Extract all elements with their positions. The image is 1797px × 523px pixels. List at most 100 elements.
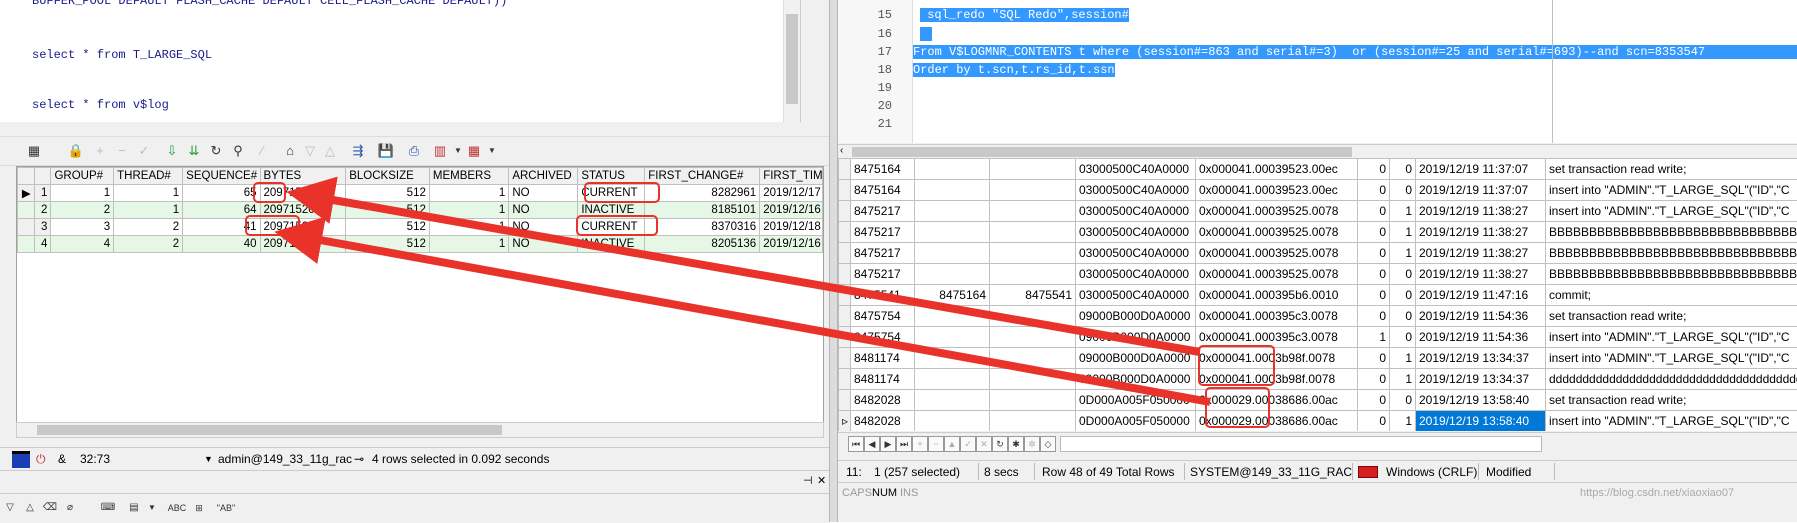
cell-b[interactable]: 0 xyxy=(1390,180,1416,201)
post-record-icon[interactable]: ✓ xyxy=(960,436,976,452)
diamond-icon[interactable]: ◇ xyxy=(1040,436,1056,452)
row-indicator[interactable] xyxy=(18,236,35,253)
add-row-icon[interactable]: + xyxy=(90,141,110,161)
table-row[interactable]: 847516403000500C40A00000x000041.00039523… xyxy=(839,159,1797,180)
next-record-icon[interactable]: ▶ xyxy=(880,436,896,452)
cell-rs-id[interactable]: 0x000041.00039525.0078 xyxy=(1196,243,1358,264)
cell-time[interactable]: 2019/12/19 11:37:07 xyxy=(1416,180,1546,201)
cell-scn[interactable]: 8475217 xyxy=(851,243,915,264)
cell-rs-id[interactable]: 0x000041.00039523.00ec xyxy=(1196,180,1358,201)
cell-start-scn[interactable] xyxy=(915,180,990,201)
cell-blocksize[interactable]: 512 xyxy=(346,219,430,236)
cell-commit-scn[interactable] xyxy=(990,264,1076,285)
cell-first-change[interactable]: 8282961 xyxy=(645,185,760,202)
cell-blocksize[interactable]: 512 xyxy=(346,236,430,253)
cancel-record-icon[interactable]: ✕ xyxy=(976,436,992,452)
cell-scn[interactable]: 8475217 xyxy=(851,264,915,285)
cell-sql[interactable]: dddddddddddddddddddddddddddddddddddddddd xyxy=(1546,369,1797,390)
table-row[interactable]: 847575409000B000D0A00000x000041.000395c3… xyxy=(839,327,1797,348)
cell-sql[interactable]: insert into "ADMIN"."T_LARGE_SQL"("ID","… xyxy=(1546,327,1797,348)
cell-scn[interactable]: 8482028 xyxy=(851,390,915,411)
chevron-down-icon[interactable]: ▼ xyxy=(204,454,213,464)
cell-group[interactable]: 3 xyxy=(51,219,114,236)
delete-row-icon[interactable]: − xyxy=(112,141,132,161)
cell-a[interactable]: 1 xyxy=(1358,327,1390,348)
cell-time[interactable]: 2019/12/19 11:38:27 xyxy=(1416,243,1546,264)
cell-start-scn[interactable] xyxy=(915,369,990,390)
cell-archived[interactable]: NO xyxy=(509,236,578,253)
cell-members[interactable]: 1 xyxy=(429,185,508,202)
cell-first-time[interactable]: 2019/12/18 xyxy=(760,219,823,236)
column-header[interactable]: FIRST_TIM xyxy=(760,168,823,185)
nav-scrollbar[interactable] xyxy=(1060,436,1542,452)
cell-commit-scn[interactable] xyxy=(990,411,1076,432)
cell-start-scn[interactable]: 8475164 xyxy=(915,285,990,306)
column-header[interactable]: SEQUENCE# xyxy=(183,168,260,185)
table-row[interactable]: 847575409000B000D0A00000x000041.000395c3… xyxy=(839,306,1797,327)
cell-thread[interactable]: 2 xyxy=(114,236,183,253)
sql-editor[interactable]: BUFFER_POOL DEFAULT FLASH_CACHE DEFAULT … xyxy=(0,0,801,122)
cell-thread[interactable]: 1 xyxy=(114,185,183,202)
table-row[interactable]: 848117409000B000D0A00000x000041.0003b98f… xyxy=(839,369,1797,390)
cell-a[interactable]: 0 xyxy=(1358,243,1390,264)
cell-a[interactable]: 0 xyxy=(1358,180,1390,201)
filter-down-icon[interactable]: ▽ xyxy=(300,141,320,161)
row-indicator[interactable] xyxy=(839,243,851,264)
cell-sql[interactable]: insert into "ADMIN"."T_LARGE_SQL"("ID","… xyxy=(1546,411,1797,432)
cell-group[interactable]: 2 xyxy=(51,202,114,219)
cell-members[interactable]: 1 xyxy=(429,219,508,236)
table-row[interactable]: 847521703000500C40A00000x000041.00039525… xyxy=(839,243,1797,264)
quote-button[interactable]: "AB" xyxy=(214,498,238,518)
cell-scn[interactable]: 8475164 xyxy=(851,180,915,201)
cell-commit-scn[interactable] xyxy=(990,348,1076,369)
cell-time[interactable]: 2019/12/19 13:58:40 xyxy=(1416,390,1546,411)
cell-time[interactable]: 2019/12/19 13:34:37 xyxy=(1416,348,1546,369)
row-indicator[interactable] xyxy=(839,369,851,390)
editor-horizontal-scrollbar[interactable]: ‹ xyxy=(838,144,1797,159)
cell-scn[interactable]: 8475217 xyxy=(851,201,915,222)
cell-start-scn[interactable] xyxy=(915,411,990,432)
cell-blocksize[interactable]: 512 xyxy=(346,202,430,219)
cell-a[interactable]: 0 xyxy=(1358,348,1390,369)
cell-xid[interactable]: 03000500C40A0000 xyxy=(1076,264,1196,285)
row-indicator[interactable] xyxy=(839,222,851,243)
cell-commit-scn[interactable] xyxy=(990,369,1076,390)
table-row[interactable]: 847521703000500C40A00000x000041.00039525… xyxy=(839,264,1797,285)
cell-time[interactable]: 2019/12/19 11:37:07 xyxy=(1416,159,1546,180)
edit-record-icon[interactable]: ▲ xyxy=(944,436,960,452)
clear-icon[interactable]: ⁄ xyxy=(252,141,272,161)
save-icon[interactable]: 💾 xyxy=(376,141,396,161)
cell-time[interactable]: 2019/12/19 13:58:40 xyxy=(1416,411,1546,432)
cell-sql[interactable]: BBBBBBBBBBBBBBBBBBBBBBBBBBBBBBBBBBBBBBBB xyxy=(1546,222,1797,243)
scroll-left-icon[interactable]: ‹ xyxy=(840,145,843,156)
cell-a[interactable]: 0 xyxy=(1358,159,1390,180)
export-icon[interactable]: ⇶ xyxy=(348,141,368,161)
cell-start-scn[interactable] xyxy=(915,264,990,285)
row-indicator[interactable] xyxy=(839,285,851,306)
cell-thread[interactable]: 1 xyxy=(114,202,183,219)
fetch-all-icon[interactable]: ⇊ xyxy=(184,141,204,161)
cell-first-change[interactable]: 8205136 xyxy=(645,236,760,253)
cell-commit-scn[interactable] xyxy=(990,159,1076,180)
asterisk-plus-icon[interactable]: ✲ xyxy=(1024,436,1040,452)
last-record-icon[interactable]: ⏭ xyxy=(896,436,912,452)
cell-scn[interactable]: 8475164 xyxy=(851,159,915,180)
clear-icon[interactable]: ⌫ xyxy=(40,498,60,518)
cell-b[interactable]: 1 xyxy=(1390,222,1416,243)
column-header[interactable]: BLOCKSIZE xyxy=(346,168,430,185)
cell-start-scn[interactable] xyxy=(915,243,990,264)
column-header[interactable]: GROUP# xyxy=(51,168,114,185)
pane-splitter[interactable] xyxy=(829,0,838,522)
cell-commit-scn[interactable] xyxy=(990,243,1076,264)
cell-first-time[interactable]: 2019/12/16 xyxy=(760,236,823,253)
column-header[interactable]: FIRST_CHANGE# xyxy=(645,168,760,185)
cell-members[interactable]: 1 xyxy=(429,202,508,219)
refresh-icon[interactable]: ↻ xyxy=(992,436,1008,452)
cell-rs-id[interactable]: 0x000041.000395c3.0078 xyxy=(1196,306,1358,327)
cell-sequence[interactable]: 65 xyxy=(183,185,260,202)
query-by-example-icon[interactable]: ⌂ xyxy=(280,141,300,161)
cell-xid[interactable]: 09000B000D0A0000 xyxy=(1076,327,1196,348)
row-indicator[interactable] xyxy=(839,390,851,411)
row-indicator[interactable] xyxy=(18,202,35,219)
v-log-results-grid[interactable]: GROUP# THREAD# SEQUENCE# BYTES BLOCKSIZE… xyxy=(16,166,824,423)
